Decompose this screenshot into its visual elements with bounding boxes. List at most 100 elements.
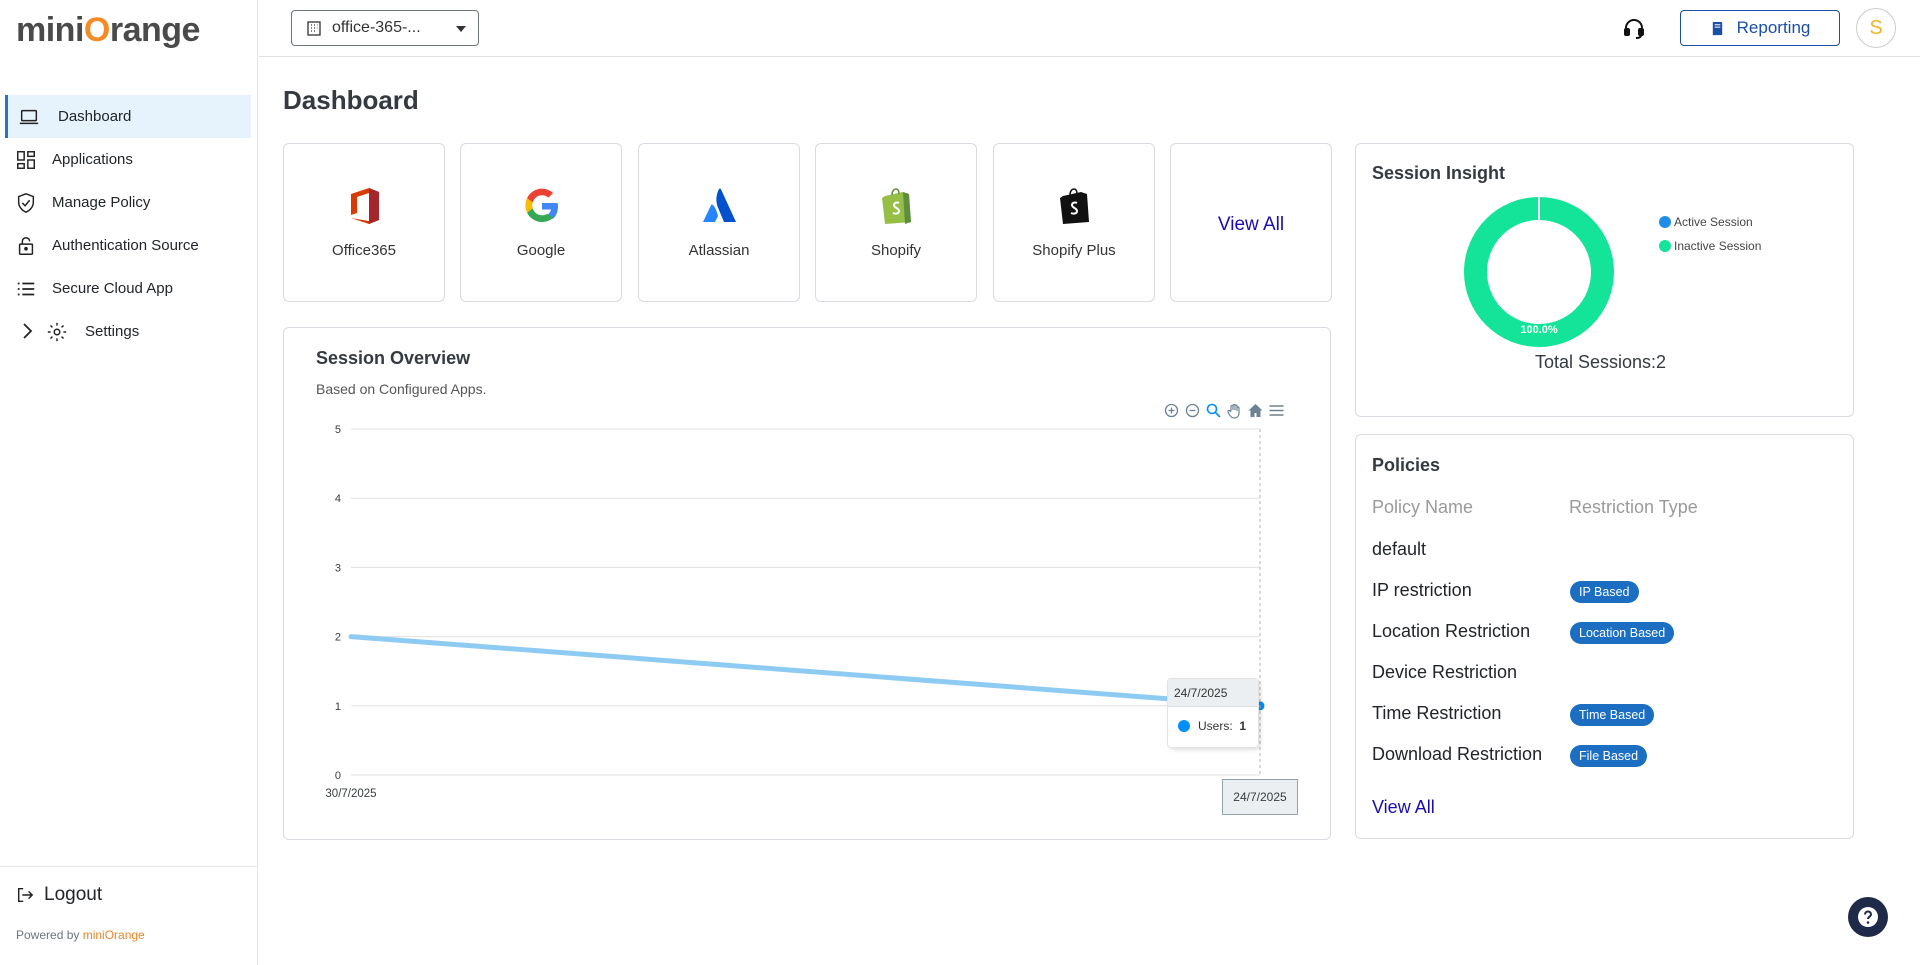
tooltip-series-label: Users: (1198, 718, 1233, 733)
restriction-badge: File Based (1570, 745, 1648, 767)
restriction-type-header: Restriction Type (1569, 497, 1698, 517)
donut-percent-label: 100.0% (1520, 324, 1558, 336)
sidebar-item-dashboard[interactable]: Dashboard (5, 95, 251, 138)
office365-icon (351, 188, 379, 224)
sidebar-item-settings[interactable]: Settings (5, 310, 251, 353)
page-title: Dashboard (283, 85, 419, 115)
app-card-atlassian[interactable]: Atlassian (638, 143, 800, 302)
help-button[interactable] (1848, 897, 1888, 937)
avatar-initial: S (1869, 16, 1883, 39)
powered-prefix: Powered by (16, 928, 83, 942)
app-card-shopify-plus[interactable]: Shopify Plus (993, 143, 1155, 302)
sidebar-item-applications[interactable]: Applications (5, 138, 251, 181)
logo-text-3: range (109, 10, 201, 49)
session-overview-subtitle: Based on Configured Apps. (316, 381, 487, 397)
policy-name: Device Restriction (1372, 662, 1518, 682)
tooltip-row: Users: 1 (1168, 707, 1258, 733)
chart-menu-icon[interactable] (1268, 402, 1285, 419)
legend-marker (1659, 240, 1671, 252)
policy-name: Location Restriction (1372, 621, 1531, 641)
total-sessions: Total Sessions:2 (1535, 352, 1667, 372)
sidebar: mini Orange Dashboard Applications Manage… (0, 0, 258, 965)
pan-hand-icon[interactable] (1226, 402, 1243, 419)
sidebar-item-manage-policy[interactable]: Manage Policy (5, 181, 251, 224)
app-name: Office365 (332, 242, 396, 259)
tooltip-title: 24/7/2025 (1168, 678, 1258, 707)
y-tick-label: 2 (335, 632, 341, 644)
sidebar-item-label: Settings (85, 323, 140, 340)
app-card-google[interactable]: Google (460, 143, 622, 302)
x-tick-label: 30/7/2025 (325, 788, 376, 800)
sidebar-item-authentication-source[interactable]: Authentication Source (5, 224, 251, 267)
legend-marker (1659, 216, 1671, 228)
atlassian-icon (703, 188, 736, 222)
lock-icon (18, 237, 34, 255)
sidebar-item-label: Secure Cloud App (52, 280, 173, 297)
y-axis-ticks: 0 1 2 3 4 5 (335, 424, 341, 782)
logout-button[interactable]: Logout (16, 884, 102, 906)
tooltip-marker (1178, 719, 1190, 732)
restriction-badge: Time Based (1570, 704, 1655, 726)
sidebar-item-label: Applications (52, 151, 133, 168)
user-avatar[interactable]: S (1856, 8, 1896, 48)
sidebar-item-label: Dashboard (58, 108, 132, 125)
policies-view-all-link[interactable]: View All (1372, 797, 1435, 818)
session-overview-title: Session Overview (316, 348, 471, 368)
selection-zoom-icon[interactable] (1205, 402, 1222, 419)
logout-label: Logout (44, 884, 103, 905)
policy-name: IP restriction (1372, 580, 1472, 600)
organization-select[interactable]: office-365-... (291, 10, 479, 46)
legend-active-session[interactable]: Active Session (1659, 215, 1753, 229)
session-overview-chart: 0 1 2 3 4 5 30/7/2025 (325, 424, 1266, 800)
chart-series (348, 634, 1266, 712)
zoom-in-icon[interactable] (1163, 402, 1180, 419)
grid-icon (17, 151, 35, 169)
y-tick-label: 3 (335, 562, 341, 574)
donut-slice[interactable] (1464, 197, 1614, 347)
tooltip-value: 1 (1239, 718, 1247, 733)
gear-icon (47, 322, 67, 342)
session-donut-chart: 100.0% (1464, 196, 1614, 347)
question-icon (1858, 907, 1878, 927)
app-card-shopify[interactable]: Shopify (815, 143, 977, 302)
apps-view-all-link[interactable]: View All (1171, 214, 1331, 236)
reporting-button[interactable]: Reporting (1680, 10, 1840, 46)
y-tick-label: 0 (335, 770, 341, 782)
powered-brand-link[interactable]: miniOrange (83, 928, 145, 942)
shopify-plus-icon (1060, 188, 1089, 224)
logo-text-2: O (83, 10, 110, 49)
sidebar-nav: Dashboard Applications Manage Policy Aut… (5, 95, 251, 353)
sidebar-item-label: Manage Policy (52, 194, 151, 211)
chart-tooltip: 24/7/2025 Users: 1 (1167, 677, 1259, 748)
policy-name-header: Policy Name (1372, 497, 1474, 517)
policy-name: default (1372, 539, 1427, 559)
sidebar-item-secure-cloud-app[interactable]: Secure Cloud App (5, 267, 251, 310)
app-name: Google (516, 242, 566, 259)
restriction-badge: IP Based (1570, 581, 1639, 603)
headset-icon[interactable] (1622, 16, 1646, 40)
policy-name: Download Restriction (1372, 744, 1543, 764)
policies-title: Policies (1372, 455, 1441, 475)
shopify-icon (882, 188, 911, 224)
reset-home-icon[interactable] (1247, 402, 1264, 419)
chevron-right-icon[interactable] (17, 321, 37, 341)
session-insight-title: Session Insight (1372, 163, 1506, 183)
top-header: office-365-... Reporting S (259, 0, 1920, 57)
policy-name: Time Restriction (1372, 703, 1502, 723)
y-tick-label: 1 (335, 701, 341, 713)
logo-text-1: mini (16, 10, 84, 49)
miniorange-logo[interactable]: mini Orange (16, 8, 200, 52)
legend-inactive-session[interactable]: Inactive Session (1659, 239, 1761, 253)
x-axis-ticks: 30/7/2025 (325, 788, 376, 800)
app-card-view-all[interactable]: View All (1170, 143, 1332, 302)
zoom-out-icon[interactable] (1184, 402, 1201, 419)
sidebar-item-label: Authentication Source (52, 237, 199, 254)
organization-select-value: office-365-... (332, 19, 421, 36)
app-name: Shopify (870, 242, 922, 259)
app-card-office365[interactable]: Office365 (283, 143, 445, 302)
list-icon (17, 282, 35, 296)
legend-label: Active Session (1674, 215, 1753, 229)
powered-by: Powered by miniOrange (16, 928, 145, 942)
legend-label: Inactive Session (1674, 239, 1762, 253)
reporting-label: Reporting (1736, 18, 1811, 37)
